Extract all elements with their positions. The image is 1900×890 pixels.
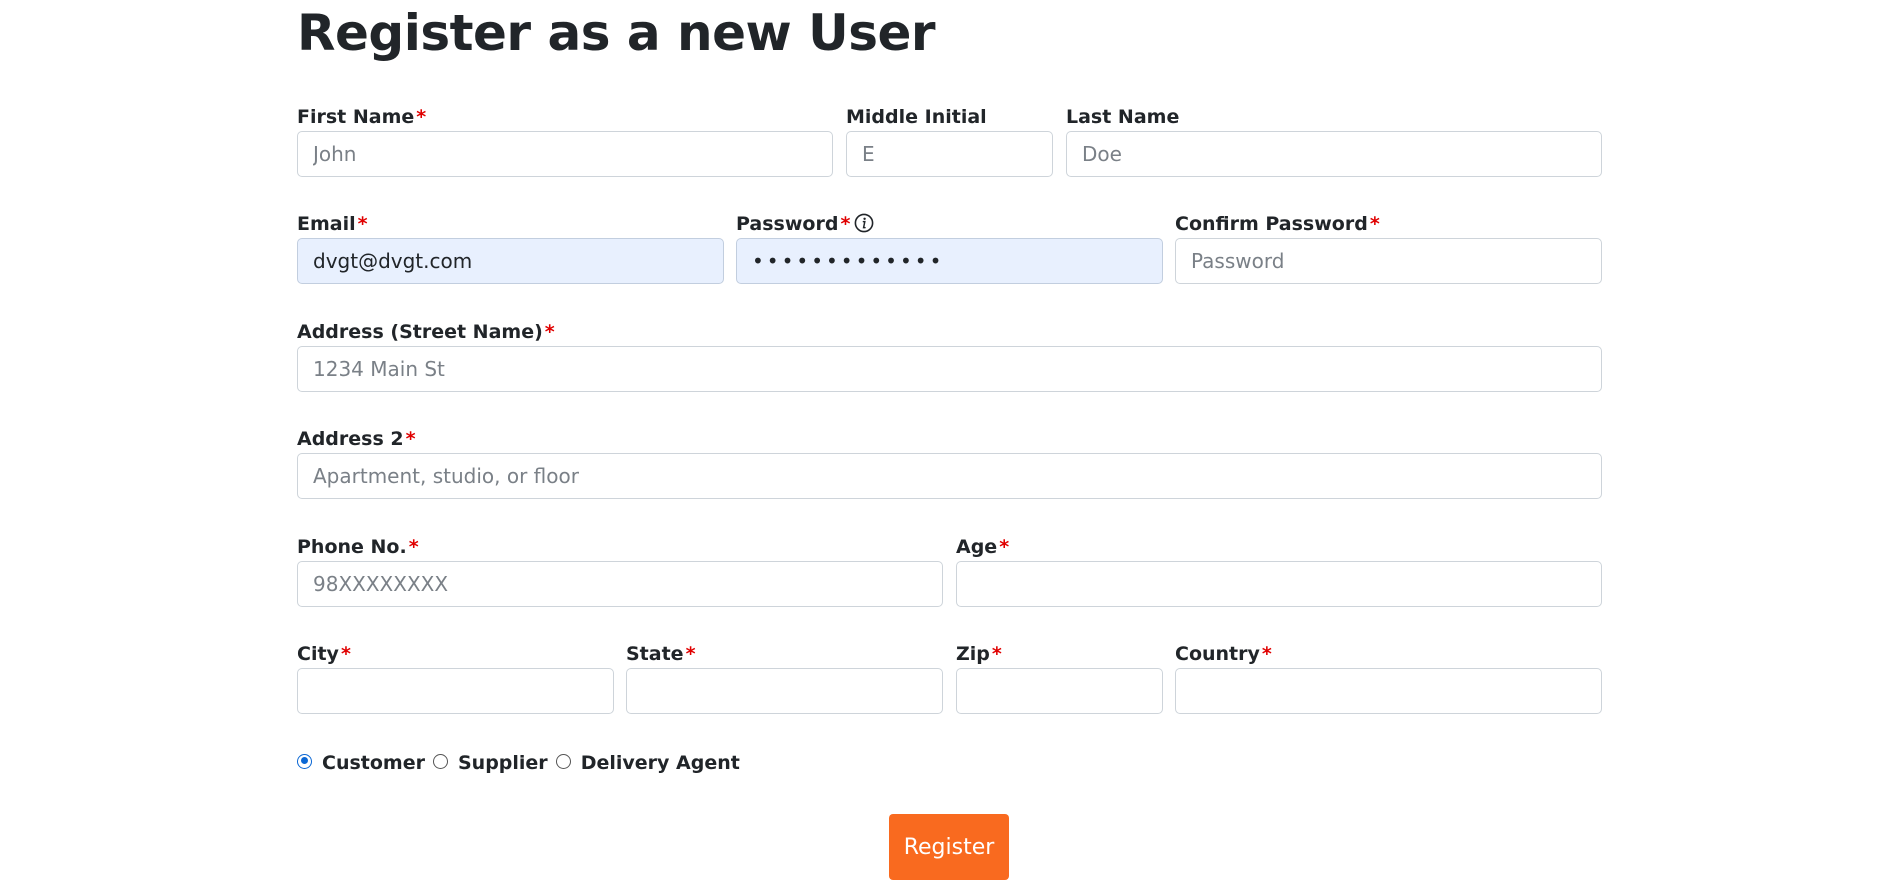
address-label: Address (Street Name) <box>297 321 543 343</box>
age-input[interactable] <box>956 561 1602 607</box>
delivery-agent-radio[interactable] <box>555 753 571 769</box>
confirm-password-label: Confirm Password <box>1175 213 1368 235</box>
password-input[interactable] <box>736 238 1163 284</box>
required-marker: * <box>840 213 851 235</box>
address2-input[interactable] <box>297 453 1602 499</box>
required-marker: * <box>1369 213 1380 235</box>
state-label: State <box>626 643 684 665</box>
customer-radio[interactable] <box>297 753 312 769</box>
age-label: Age <box>956 536 998 558</box>
customer-radio-label: Customer <box>322 752 425 774</box>
delivery-agent-radio-label: Delivery Agent <box>580 752 740 774</box>
address2-label: Address 2 <box>297 428 404 450</box>
delivery-agent-radio-option[interactable]: Delivery Agent <box>555 752 740 774</box>
required-marker: * <box>357 213 368 235</box>
supplier-radio-label: Supplier <box>457 752 548 774</box>
confirm-password-group: Confirm Password * <box>1175 212 1602 284</box>
register-button[interactable]: Register <box>889 814 1009 880</box>
email-label: Email <box>297 213 356 235</box>
customer-radio-option[interactable]: Customer <box>297 752 425 774</box>
age-group: Age * <box>956 535 1602 607</box>
address-group: Address (Street Name) * <box>297 320 1602 392</box>
supplier-radio-option[interactable]: Supplier <box>432 752 548 774</box>
city-input[interactable] <box>297 668 614 714</box>
middle-initial-group: Middle Initial <box>846 105 1053 177</box>
middle-initial-label: Middle Initial <box>846 106 987 128</box>
country-input[interactable] <box>1175 668 1602 714</box>
state-group: State * <box>626 642 943 714</box>
country-group: Country * <box>1175 642 1602 714</box>
required-marker: * <box>999 536 1010 558</box>
required-marker: * <box>544 321 555 343</box>
required-marker: * <box>408 536 419 558</box>
zip-input[interactable] <box>956 668 1163 714</box>
city-group: City * <box>297 642 614 714</box>
email-group: Email * <box>297 212 724 284</box>
page-title: Register as a new User <box>297 4 936 62</box>
required-marker: * <box>405 428 416 450</box>
password-group: Password * <box>736 212 1163 284</box>
required-marker: * <box>991 643 1002 665</box>
last-name-label: Last Name <box>1066 106 1180 128</box>
user-type-radio-group: Customer Supplier Delivery Agent <box>297 751 748 775</box>
first-name-input[interactable] <box>297 131 833 177</box>
phone-input[interactable] <box>297 561 943 607</box>
last-name-group: Last Name <box>1066 105 1602 177</box>
first-name-label: First Name <box>297 106 415 128</box>
confirm-password-input[interactable] <box>1175 238 1602 284</box>
zip-group: Zip * <box>956 642 1163 714</box>
info-circle-icon[interactable] <box>854 213 874 239</box>
first-name-group: First Name * <box>297 105 833 177</box>
phone-label: Phone No. <box>297 536 407 558</box>
state-input[interactable] <box>626 668 943 714</box>
supplier-radio[interactable] <box>432 753 448 769</box>
country-label: Country <box>1175 643 1260 665</box>
address-input[interactable] <box>297 346 1602 392</box>
phone-group: Phone No. * <box>297 535 943 607</box>
required-marker: * <box>685 643 696 665</box>
last-name-input[interactable] <box>1066 131 1602 177</box>
city-label: City <box>297 643 339 665</box>
password-label: Password <box>736 213 839 235</box>
address2-group: Address 2 * <box>297 427 1602 499</box>
middle-initial-input[interactable] <box>846 131 1053 177</box>
required-marker: * <box>340 643 351 665</box>
required-marker: * <box>416 106 427 128</box>
email-input[interactable] <box>297 238 724 284</box>
zip-label: Zip <box>956 643 990 665</box>
required-marker: * <box>1261 643 1272 665</box>
